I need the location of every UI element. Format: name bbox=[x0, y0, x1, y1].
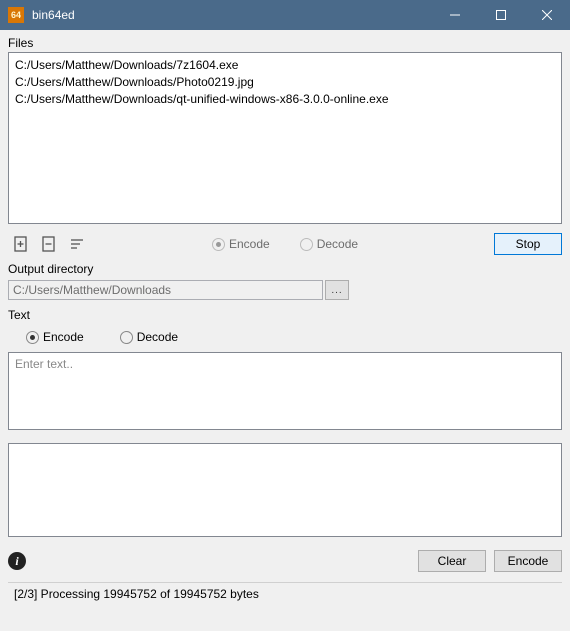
stop-button[interactable]: Stop bbox=[494, 233, 562, 255]
app-icon: 64 bbox=[8, 7, 24, 23]
radio-icon bbox=[300, 238, 313, 251]
file-decode-radio: Decode bbox=[300, 237, 358, 251]
maximize-button[interactable] bbox=[478, 0, 524, 30]
file-minus-icon bbox=[40, 235, 58, 253]
status-bar: [2/3] Processing 19945752 of 19945752 by… bbox=[8, 582, 562, 605]
output-dir-label: Output directory bbox=[8, 262, 562, 276]
radio-icon bbox=[120, 331, 133, 344]
text-decode-radio[interactable]: Decode bbox=[120, 330, 178, 344]
close-button[interactable] bbox=[524, 0, 570, 30]
file-encode-label: Encode bbox=[229, 237, 270, 251]
text-encode-radio[interactable]: Encode bbox=[26, 330, 84, 344]
file-item[interactable]: C:/Users/Matthew/Downloads/Photo0219.jpg bbox=[15, 74, 555, 91]
text-encode-label: Encode bbox=[43, 330, 84, 344]
browse-button[interactable]: ... bbox=[325, 280, 349, 300]
text-output[interactable] bbox=[8, 443, 562, 537]
file-decode-label: Decode bbox=[317, 237, 358, 251]
minimize-button[interactable] bbox=[432, 0, 478, 30]
text-input[interactable] bbox=[8, 352, 562, 430]
radio-icon bbox=[212, 238, 225, 251]
remove-file-button[interactable] bbox=[36, 231, 62, 257]
file-item[interactable]: C:/Users/Matthew/Downloads/7z1604.exe bbox=[15, 57, 555, 74]
titlebar: 64 bin64ed bbox=[0, 0, 570, 30]
output-dir-input[interactable] bbox=[8, 280, 323, 300]
window-title: bin64ed bbox=[32, 8, 432, 22]
text-section-label: Text bbox=[8, 308, 562, 322]
clear-list-icon bbox=[68, 235, 86, 253]
add-file-button[interactable] bbox=[8, 231, 34, 257]
encode-button[interactable]: Encode bbox=[494, 550, 562, 572]
radio-icon bbox=[26, 331, 39, 344]
clear-files-button[interactable] bbox=[64, 231, 90, 257]
text-decode-label: Decode bbox=[137, 330, 178, 344]
clear-button[interactable]: Clear bbox=[418, 550, 486, 572]
files-list[interactable]: C:/Users/Matthew/Downloads/7z1604.exe C:… bbox=[8, 52, 562, 224]
file-plus-icon bbox=[12, 235, 30, 253]
info-button[interactable]: i bbox=[8, 552, 26, 570]
files-label: Files bbox=[8, 36, 562, 50]
file-encode-radio: Encode bbox=[212, 237, 270, 251]
file-item[interactable]: C:/Users/Matthew/Downloads/qt-unified-wi… bbox=[15, 91, 555, 108]
